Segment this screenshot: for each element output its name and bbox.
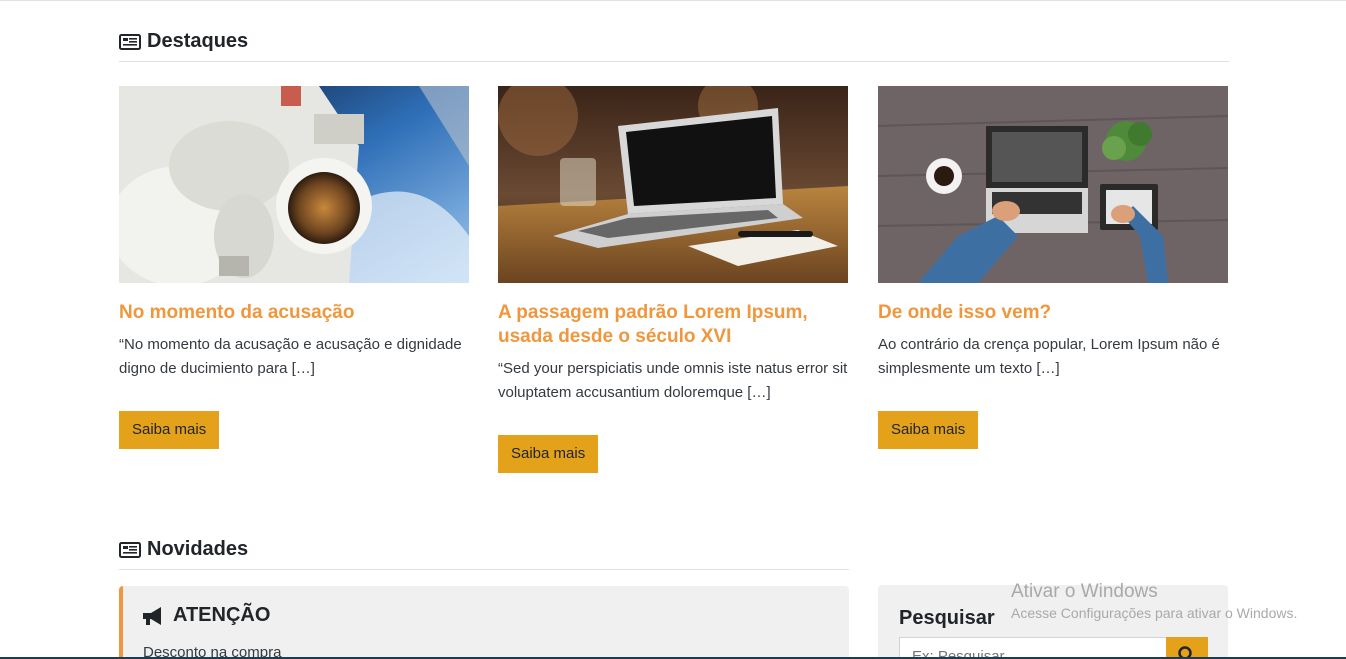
- megaphone-icon: [143, 606, 161, 625]
- featured-divider: [119, 61, 1229, 62]
- card-excerpt: Ao contrário da crença popular, Lorem Ip…: [878, 336, 1220, 377]
- alert-header: ATENÇÃO: [141, 604, 270, 627]
- featured-card-3: De onde isso vem? Ao contrário da crença…: [878, 86, 1228, 449]
- read-more-button[interactable]: Saiba mais: [878, 411, 979, 449]
- card-title[interactable]: A passagem padrão Lorem Ipsum, usada des…: [498, 301, 848, 349]
- news-header: Novidades: [119, 538, 248, 561]
- featured-header: Destaques: [119, 30, 248, 53]
- card-excerpt: “Sed your perspiciatis unde omnis iste n…: [498, 360, 848, 401]
- search-button[interactable]: [1166, 637, 1208, 659]
- alert-panel: ATENÇÃO Desconto na compra: [119, 586, 849, 659]
- read-more-button[interactable]: Saiba mais: [119, 411, 220, 449]
- newspaper-icon: [119, 541, 141, 558]
- newspaper-icon: [119, 33, 141, 50]
- card-title[interactable]: De onde isso vem?: [878, 301, 1228, 325]
- search-title: Pesquisar: [899, 607, 995, 629]
- watermark-subtitle: Acesse Configurações para ativar o Windo…: [1011, 605, 1298, 621]
- astronaut-image: [119, 86, 469, 283]
- desk-image: [878, 86, 1228, 283]
- read-more-button[interactable]: Saiba mais: [498, 435, 599, 473]
- news-title: Novidades: [147, 538, 249, 560]
- featured-title: Destaques: [147, 30, 249, 52]
- card-title[interactable]: No momento da acusação: [119, 301, 469, 325]
- top-divider: [0, 0, 1346, 1]
- news-divider: [119, 569, 849, 570]
- laptop-image: [498, 86, 848, 283]
- watermark-title: Ativar o Windows: [1011, 581, 1158, 602]
- featured-card-1: No momento da acusação “No momento da ac…: [119, 86, 469, 449]
- alert-title: ATENÇÃO: [173, 604, 271, 626]
- card-excerpt: “No momento da acusação e acusação e dig…: [119, 336, 462, 377]
- featured-card-2: A passagem padrão Lorem Ipsum, usada des…: [498, 86, 848, 473]
- windows-activation-watermark: Ativar o Windows Acesse Configurações pa…: [1011, 581, 1297, 621]
- search-input[interactable]: [899, 637, 1167, 659]
